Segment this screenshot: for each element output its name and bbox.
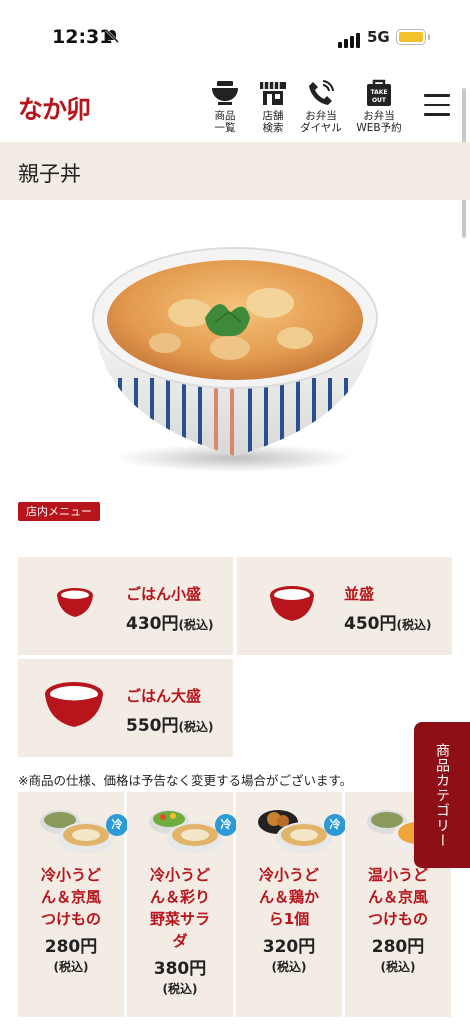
udon-karaage-thumbnail — [254, 802, 334, 858]
size-option-small-rice[interactable]: ごはん小盛 430円(税込) — [18, 557, 233, 655]
nav-bento-web-order[interactable]: TAKE OUT お弁当 WEB予約 — [348, 76, 410, 134]
product-card[interactable]: 冷 冷小うど ん＆鶏か ら1個 320円 (税込) — [236, 792, 346, 1017]
product-price: 280円 — [44, 937, 98, 957]
size-price: 550円(税込) — [126, 716, 214, 736]
oyakodon-photo — [80, 218, 390, 478]
product-card[interactable]: 冷 冷小うど ん＆京風 つけもの 280円 (税込) — [18, 792, 128, 1017]
nav-label: ダイヤル — [300, 122, 342, 134]
phone-icon — [290, 76, 352, 110]
udon-salad-thumbnail — [145, 802, 225, 858]
nav-label: お弁当 — [305, 110, 337, 122]
size-name: ごはん大盛 — [126, 687, 202, 705]
menu-type-badge: 店内メニュー — [18, 502, 100, 521]
product-price: 280円 — [371, 937, 425, 957]
product-name: 冷小うど ん＆鶏か ら1個 — [258, 866, 319, 928]
menu-hamburger-icon[interactable] — [424, 94, 450, 116]
battery-icon — [396, 29, 430, 45]
product-category-tab[interactable]: 商品カテゴリー — [414, 722, 470, 868]
silent-bell-icon — [104, 28, 120, 48]
site-header: なか卯 商品 一覧 店舗 検索 お弁当 ダイヤル TAKE OUT お弁当 WE… — [0, 72, 470, 140]
size-price: 430円(税込) — [126, 614, 214, 634]
product-price: 320円 — [262, 937, 316, 957]
brand-logo[interactable]: なか卯 — [18, 90, 91, 126]
page-title: 親子丼 — [18, 162, 81, 186]
takeout-bag-icon: TAKE OUT — [348, 76, 410, 110]
udon-set-thumbnail — [36, 802, 116, 858]
svg-text:OUT: OUT — [372, 97, 387, 104]
product-name: 冷小うど ん＆京風 つけもの — [40, 866, 101, 928]
small-bowl-icon — [56, 587, 94, 623]
product-name: 冷小うど ん＆彩り 野菜サラダ — [149, 866, 210, 950]
status-bar: 12:31 5G — [0, 0, 470, 70]
page-title-band: 親子丼 — [0, 142, 470, 200]
cold-badge: 冷 — [324, 814, 346, 836]
nav-label: WEB予約 — [356, 122, 402, 134]
size-option-large-rice[interactable]: ごはん大盛 550円(税込) — [18, 659, 233, 757]
cold-badge: 冷 — [215, 814, 237, 836]
svg-text:TAKE: TAKE — [370, 89, 387, 96]
signal-icon — [338, 29, 362, 48]
large-bowl-icon — [44, 681, 104, 733]
product-price: 380円 — [153, 959, 207, 979]
product-tax: (税込) — [380, 960, 416, 974]
size-name: ごはん小盛 — [126, 585, 202, 603]
size-price: 450円(税込) — [344, 614, 432, 634]
product-tax: (税込) — [271, 960, 307, 974]
product-card[interactable]: 冷 冷小うど ん＆彩り 野菜サラダ 380円 (税込) — [127, 792, 237, 1017]
product-tax: (税込) — [53, 960, 89, 974]
product-name: 温小うど ん＆京風 つけもの — [367, 866, 428, 928]
cold-badge: 冷 — [106, 814, 128, 836]
size-option-regular[interactable]: 並盛 450円(税込) — [237, 557, 452, 655]
product-tax: (税込) — [162, 982, 198, 996]
network-type: 5G — [367, 28, 390, 46]
size-name: 並盛 — [344, 585, 375, 603]
nav-label: お弁当 — [363, 110, 395, 122]
nav-bento-dial[interactable]: お弁当 ダイヤル — [290, 76, 352, 134]
regular-bowl-icon — [269, 585, 315, 627]
price-change-notice: ※商品の仕様、価格は予告なく変更する場合がございます。 — [18, 773, 353, 788]
